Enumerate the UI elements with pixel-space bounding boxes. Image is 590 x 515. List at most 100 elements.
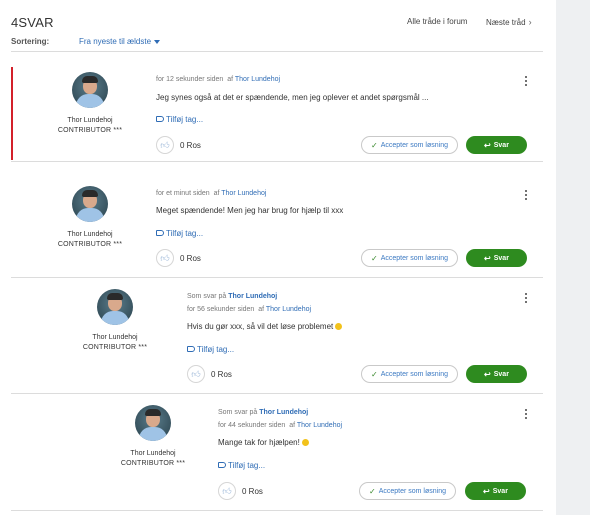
accept-solution-label: Accepter som løsning: [380, 141, 448, 149]
kudos: 👍︎ 0 Ros: [156, 136, 201, 154]
post-timestamp: for 56 sekunder siden: [187, 306, 255, 313]
avatar[interactable]: [72, 186, 108, 222]
post-timestamp: for 12 sekunder siden: [156, 76, 224, 83]
avatar[interactable]: [72, 72, 108, 108]
add-tag-label: Tilføj tag...: [197, 345, 235, 354]
add-tag-label: Tilføj tag...: [166, 229, 204, 238]
add-tag-link[interactable]: Tilføj tag...: [156, 229, 203, 238]
thumbs-up-icon[interactable]: 👍︎: [187, 365, 205, 383]
reply-post: Thor Lundehoj CONTRIBUTOR *** Som svar p…: [11, 279, 543, 394]
check-icon: ✓: [370, 140, 378, 150]
author-name[interactable]: Thor Lundehoj: [103, 450, 203, 457]
post-body: Mange tak for hjælpen!: [218, 438, 309, 447]
reply-post: Thor Lundehoj CONTRIBUTOR *** Som svar p…: [11, 395, 543, 511]
add-tag-label: Tilføj tag...: [166, 115, 204, 124]
reply-to-author-link[interactable]: Thor Lundehoj: [228, 293, 277, 300]
post-timestamp: for et minut siden: [156, 190, 210, 197]
reply-to-line: Som svar på Thor Lundehoj: [187, 293, 277, 300]
author-name[interactable]: Thor Lundehoj: [65, 334, 165, 341]
chevron-right-icon: ›: [528, 17, 532, 27]
thumbs-up-icon[interactable]: 👍︎: [156, 249, 174, 267]
accept-solution-label: Accepter som løsning: [378, 487, 446, 495]
reply-to-label: Som svar på: [218, 409, 258, 416]
reply-label: Svar: [493, 141, 509, 149]
reply-to-author-link[interactable]: Thor Lundehoj: [259, 409, 308, 416]
more-options-icon[interactable]: [524, 76, 528, 86]
more-options-icon[interactable]: [524, 409, 528, 419]
author-rank: CONTRIBUTOR ***: [120, 460, 186, 467]
author-rank: CONTRIBUTOR ***: [57, 127, 123, 134]
post-author: Thor Lundehoj CONTRIBUTOR ***: [40, 72, 140, 134]
replies-count-title: 4SVAR: [11, 15, 54, 30]
right-sidebar: [556, 0, 590, 515]
reply-button[interactable]: ↩ Svar: [466, 365, 527, 383]
post-author: Thor Lundehoj CONTRIBUTOR ***: [103, 405, 203, 467]
post-author-link[interactable]: Thor Lundehoj: [297, 422, 342, 429]
reply-arrow-icon: ↩: [483, 486, 490, 496]
tag-icon: [156, 115, 164, 122]
add-tag-link[interactable]: Tilføj tag...: [156, 115, 203, 124]
emoji-icon: [301, 439, 309, 447]
author-name[interactable]: Thor Lundehoj: [40, 231, 140, 238]
accept-solution-label: Accepter som løsning: [380, 370, 448, 378]
accept-solution-button[interactable]: ✓ Accepter som løsning: [361, 136, 458, 154]
by-label: af: [227, 76, 234, 83]
by-label: af: [213, 190, 220, 197]
post-meta: for 12 sekunder siden af Thor Lundehoj: [156, 76, 280, 83]
author-rank: CONTRIBUTOR ***: [57, 241, 123, 248]
accept-solution-button[interactable]: ✓ Accepter som løsning: [359, 482, 456, 500]
author-rank: CONTRIBUTOR ***: [82, 344, 148, 351]
post-author-link[interactable]: Thor Lundehoj: [266, 306, 311, 313]
reply-arrow-icon: ↩: [484, 253, 491, 263]
thumbs-up-icon[interactable]: 👍︎: [156, 136, 174, 154]
thread-replies-header: 4SVAR Alle tråde i forum Næste tråd › Sor…: [11, 0, 543, 52]
all-threads-link[interactable]: Alle tråde i forum: [407, 17, 467, 26]
kudos-count: 0 Ros: [180, 140, 201, 150]
tag-icon: [156, 229, 164, 236]
sort-label: Sortering:: [11, 37, 50, 46]
post-author: Thor Lundehoj CONTRIBUTOR ***: [65, 289, 165, 351]
reply-button[interactable]: ↩ Svar: [466, 136, 527, 154]
kudos-count: 0 Ros: [180, 253, 201, 263]
add-tag-link[interactable]: Tilføj tag...: [187, 345, 234, 354]
kudos: 👍︎ 0 Ros: [218, 482, 263, 500]
reply-label: Svar: [493, 370, 509, 378]
more-options-icon[interactable]: [524, 190, 528, 200]
thumbs-up-icon[interactable]: 👍︎: [218, 482, 236, 500]
reply-button[interactable]: ↩ Svar: [466, 249, 527, 267]
check-icon: ✓: [370, 369, 378, 379]
post-timestamp: for 44 sekunder siden: [218, 422, 286, 429]
post-meta: for et minut siden af Thor Lundehoj: [156, 190, 266, 197]
accept-solution-button[interactable]: ✓ Accepter som løsning: [361, 365, 458, 383]
more-options-icon[interactable]: [524, 293, 528, 303]
check-icon: ✓: [370, 253, 378, 263]
tag-icon: [218, 461, 226, 468]
post-body: Meget spændende! Men jeg har brug for hj…: [156, 206, 344, 215]
next-thread-link[interactable]: Næste tråd ›: [486, 17, 532, 27]
tag-icon: [187, 345, 195, 352]
emoji-icon: [335, 323, 343, 331]
reply-arrow-icon: ↩: [484, 140, 491, 150]
reply-to-label: Som svar på: [187, 293, 227, 300]
avatar[interactable]: [97, 289, 133, 325]
post-meta: for 44 sekunder siden af Thor Lundehoj: [218, 422, 342, 429]
post-body-text: Mange tak for hjælpen!: [218, 438, 300, 447]
kudos: 👍︎ 0 Ros: [156, 249, 201, 267]
kudos-count: 0 Ros: [242, 486, 263, 496]
author-name[interactable]: Thor Lundehoj: [40, 117, 140, 124]
post-author-link[interactable]: Thor Lundehoj: [235, 76, 280, 83]
add-tag-link[interactable]: Tilføj tag...: [218, 461, 265, 470]
reply-label: Svar: [492, 487, 508, 495]
accept-solution-button[interactable]: ✓ Accepter som løsning: [361, 249, 458, 267]
kudos-count: 0 Ros: [211, 369, 232, 379]
sort-dropdown[interactable]: Fra nyeste til ældste: [79, 37, 161, 46]
post-body-text: Hvis du gør xxx, så vil det løse problem…: [187, 322, 334, 331]
post-author-link[interactable]: Thor Lundehoj: [221, 190, 266, 197]
next-thread-label: Næste tråd: [486, 18, 526, 27]
post-body: Hvis du gør xxx, så vil det løse problem…: [187, 322, 343, 331]
post-author: Thor Lundehoj CONTRIBUTOR ***: [40, 186, 140, 248]
post-meta: for 56 sekunder siden af Thor Lundehoj: [187, 306, 311, 313]
avatar[interactable]: [135, 405, 171, 441]
reply-button[interactable]: ↩ Svar: [465, 482, 526, 500]
check-icon: ✓: [368, 486, 376, 496]
